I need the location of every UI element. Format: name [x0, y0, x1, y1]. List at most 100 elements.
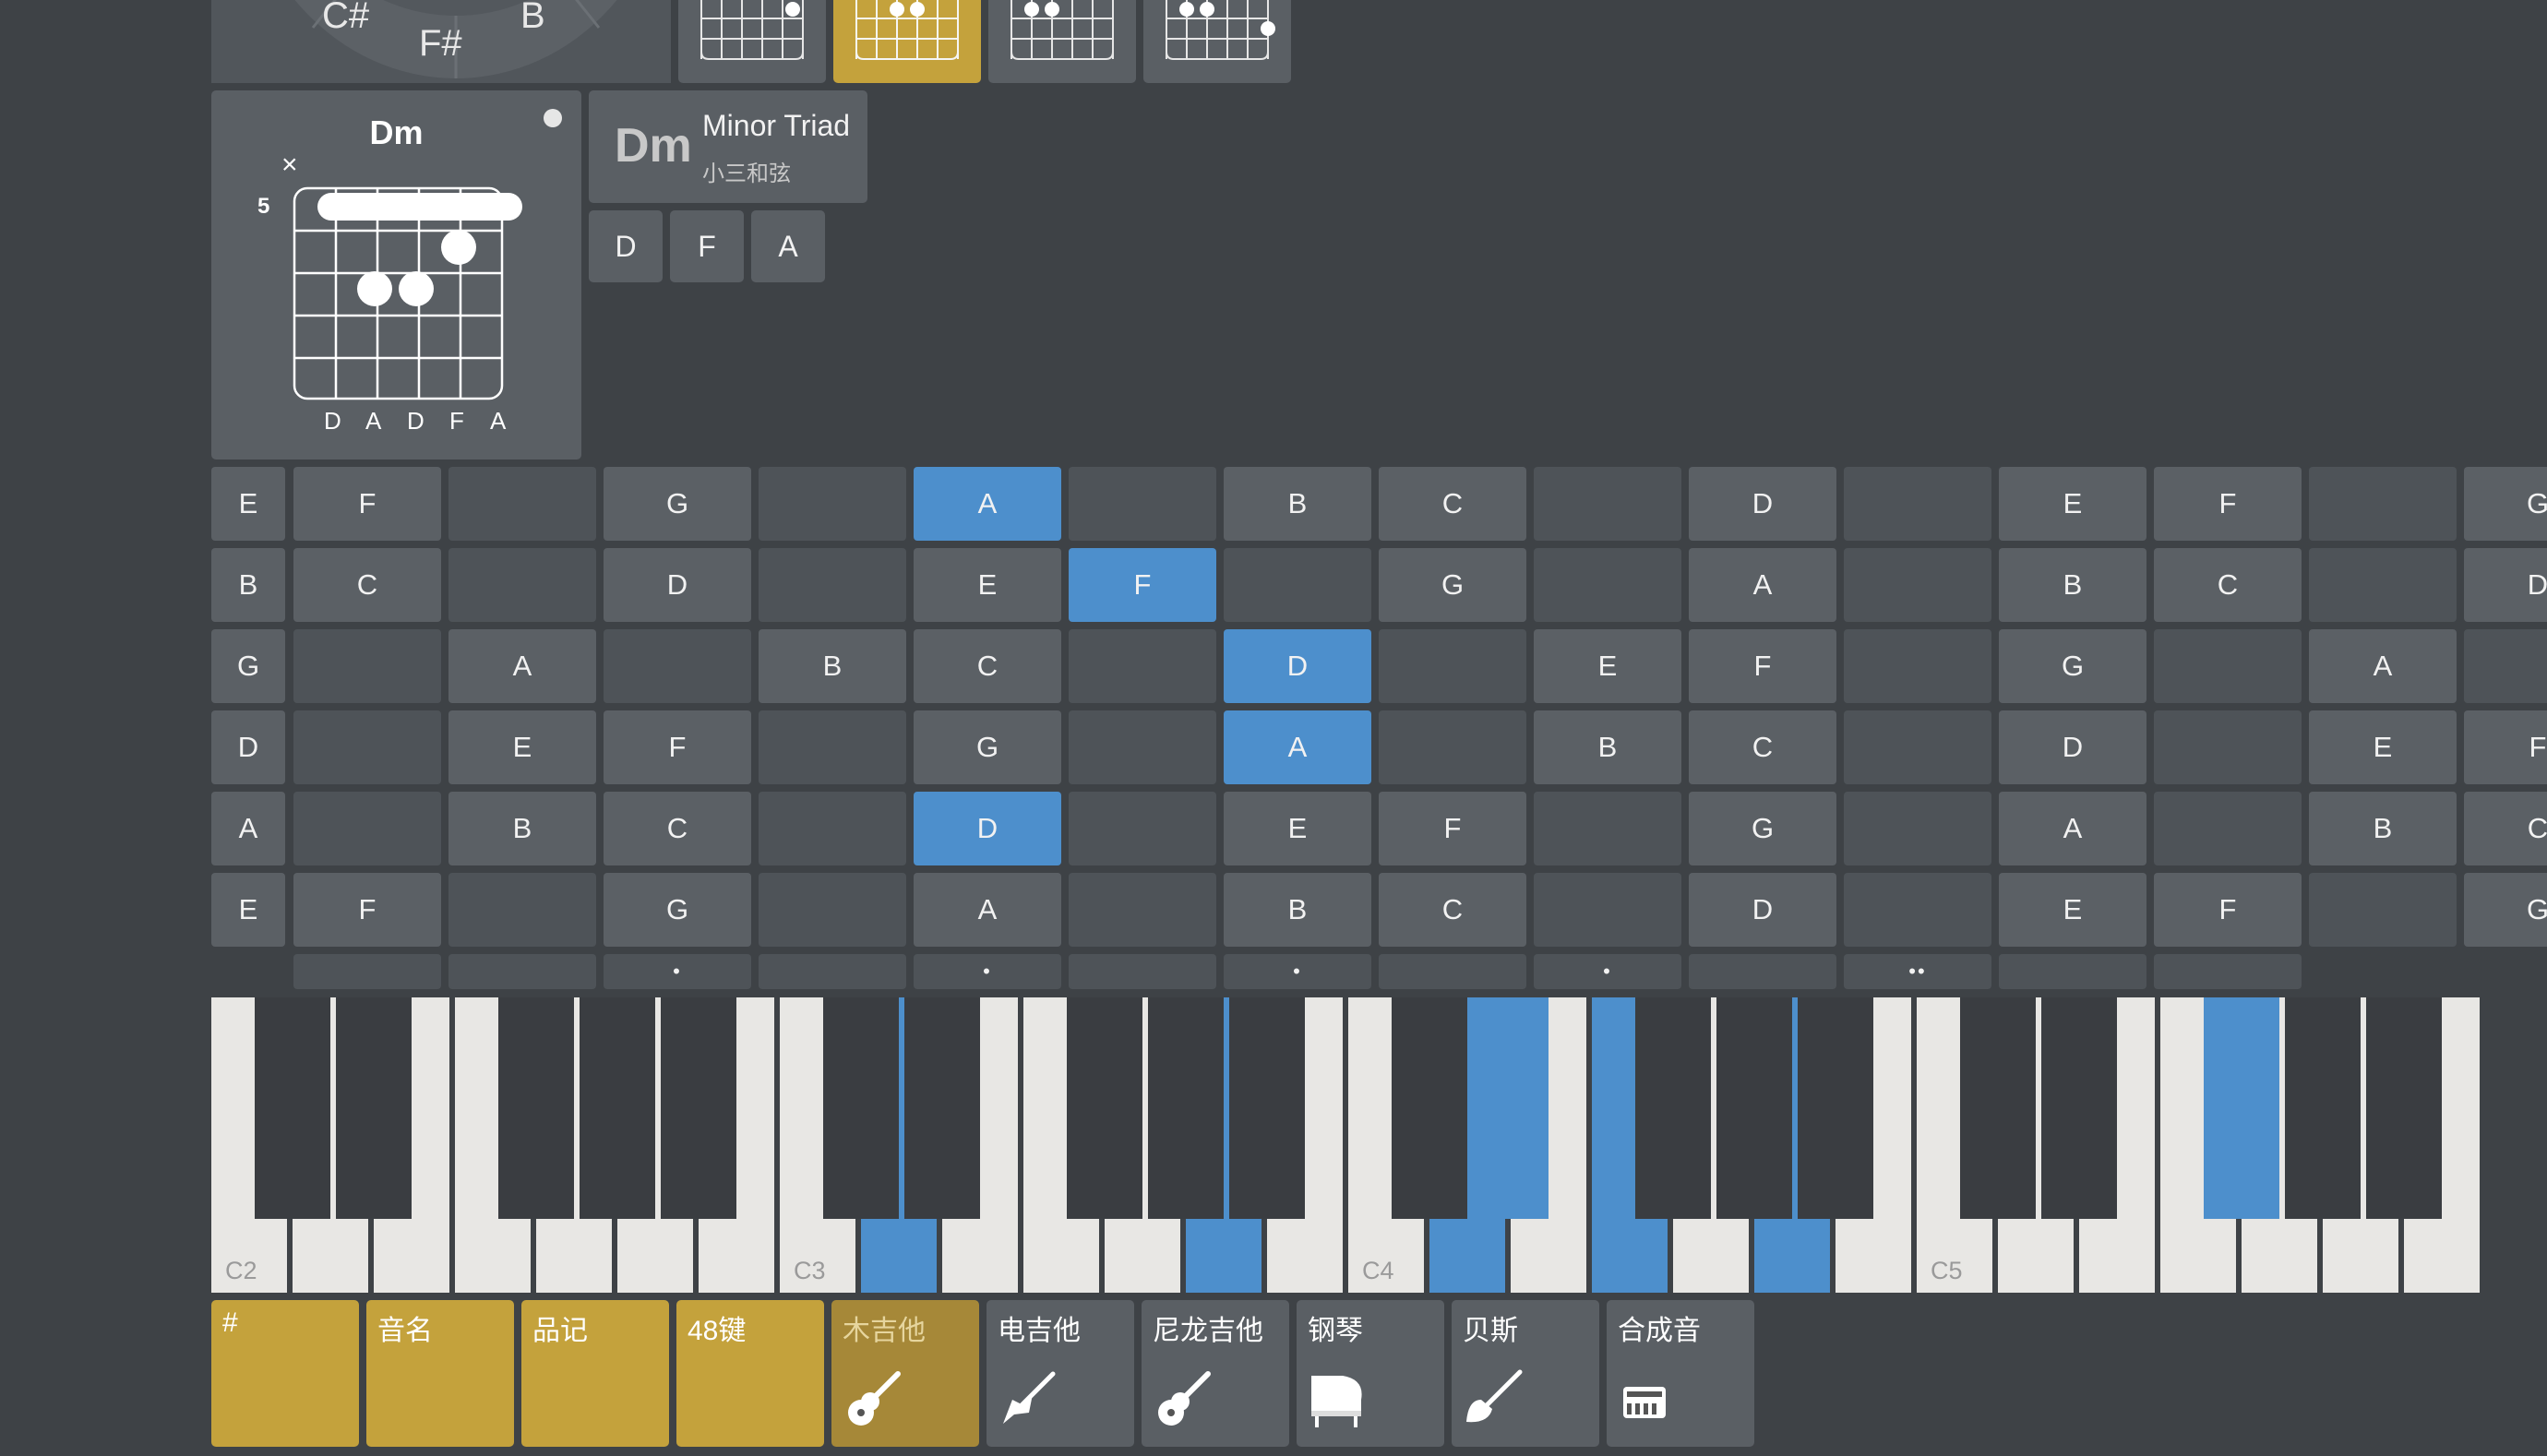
fret-cell[interactable]: G — [914, 710, 1061, 784]
fret-cell[interactable]: F — [1689, 629, 1836, 703]
piano-black-key[interactable] — [1148, 997, 1224, 1219]
fret-cell[interactable]: C — [2154, 548, 2302, 622]
open-string-cell[interactable]: B — [211, 548, 285, 622]
piano-black-key[interactable] — [580, 997, 655, 1219]
fret-cell[interactable]: G — [2464, 467, 2547, 541]
fret-cell[interactable]: E — [1999, 873, 2146, 947]
piano-black-key[interactable] — [1716, 997, 1792, 1219]
fret-cell[interactable] — [448, 873, 596, 947]
fret-cell[interactable]: E — [1999, 467, 2146, 541]
fret-cell[interactable] — [1844, 467, 1991, 541]
fret-cell[interactable]: A — [1999, 792, 2146, 865]
toolbar-button-3[interactable]: 48键 — [676, 1300, 824, 1447]
fret-cell[interactable]: G — [1999, 629, 2146, 703]
toolbar-button-6[interactable]: 尼龙吉他 — [1142, 1300, 1289, 1447]
fret-cell[interactable] — [1379, 710, 1526, 784]
fret-cell[interactable]: C — [604, 792, 751, 865]
fret-cell[interactable]: C — [1379, 873, 1526, 947]
open-string-cell[interactable]: D — [211, 710, 285, 784]
toolbar-button-1[interactable]: 音名 — [366, 1300, 514, 1447]
fret-cell[interactable]: D — [1689, 873, 1836, 947]
piano-black-key[interactable] — [823, 997, 899, 1219]
fret-cell[interactable]: E — [914, 548, 1061, 622]
fret-cell[interactable]: A — [2309, 629, 2457, 703]
fret-cell[interactable]: C — [1689, 710, 1836, 784]
toolbar-button-0[interactable]: # — [211, 1300, 359, 1447]
fret-cell[interactable]: G — [604, 873, 751, 947]
fret-cell[interactable]: F — [293, 873, 441, 947]
piano-black-key[interactable] — [1635, 997, 1711, 1219]
fret-cell[interactable]: A — [1224, 710, 1371, 784]
fret-cell[interactable]: C — [914, 629, 1061, 703]
chord-note-chip[interactable]: D — [589, 210, 663, 282]
fret-cell[interactable] — [1844, 792, 1991, 865]
circle-of-fifths[interactable]: C# F# B — [211, 0, 671, 83]
fret-cell[interactable]: F — [2154, 467, 2302, 541]
fret-cell[interactable]: B — [448, 792, 596, 865]
fret-cell[interactable]: B — [2309, 792, 2457, 865]
toolbar-button-5[interactable]: 电吉他 — [987, 1300, 1134, 1447]
fret-cell[interactable]: E — [1534, 629, 1681, 703]
fret-cell[interactable] — [2154, 629, 2302, 703]
fret-cell[interactable]: A — [448, 629, 596, 703]
fret-cell[interactable]: D — [1224, 629, 1371, 703]
chord-variant-1[interactable] — [678, 0, 826, 83]
fret-cell[interactable] — [2309, 467, 2457, 541]
key-b[interactable]: B — [520, 0, 545, 37]
fret-cell[interactable]: D — [1999, 710, 2146, 784]
chord-diagram-panel[interactable]: Dm × 5 D A D F A — [211, 90, 581, 459]
fret-cell[interactable] — [1534, 792, 1681, 865]
fret-cell[interactable]: F — [1069, 548, 1216, 622]
fret-cell[interactable]: A — [914, 873, 1061, 947]
toolbar-button-9[interactable]: 合成音 — [1607, 1300, 1754, 1447]
fret-cell[interactable]: E — [2309, 710, 2457, 784]
key-f-sharp[interactable]: F# — [419, 23, 462, 65]
fret-cell[interactable]: A — [1689, 548, 1836, 622]
piano-keyboard[interactable]: C2 C3 C4 C5 — [211, 997, 2480, 1293]
fret-cell[interactable] — [2154, 710, 2302, 784]
fret-cell[interactable] — [2309, 548, 2457, 622]
fret-cell[interactable]: A — [914, 467, 1061, 541]
fret-cell[interactable]: D — [604, 548, 751, 622]
chord-note-chip[interactable]: F — [670, 210, 744, 282]
piano-black-key[interactable] — [1798, 997, 1873, 1219]
fret-cell[interactable]: B — [1224, 873, 1371, 947]
fret-cell[interactable] — [1844, 629, 1991, 703]
fret-cell[interactable]: B — [759, 629, 906, 703]
piano-black-key[interactable] — [2041, 997, 2117, 1219]
open-string-cell[interactable]: E — [211, 467, 285, 541]
piano-black-key[interactable] — [1229, 997, 1305, 1219]
fret-cell[interactable]: C — [2464, 792, 2547, 865]
piano-black-key[interactable] — [498, 997, 574, 1219]
fret-cell[interactable]: C — [293, 548, 441, 622]
fret-cell[interactable]: E — [1224, 792, 1371, 865]
fret-cell[interactable] — [293, 792, 441, 865]
fret-cell[interactable] — [1534, 467, 1681, 541]
piano-black-key[interactable] — [1392, 997, 1467, 1219]
fret-cell[interactable] — [2464, 629, 2547, 703]
fret-cell[interactable] — [2154, 792, 2302, 865]
open-string-cell[interactable]: G — [211, 629, 285, 703]
fret-cell[interactable] — [604, 629, 751, 703]
chord-variant-2[interactable] — [833, 0, 981, 83]
fret-cell[interactable] — [1069, 710, 1216, 784]
fret-cell[interactable] — [1379, 629, 1526, 703]
fret-cell[interactable] — [1844, 873, 1991, 947]
chord-variant-3[interactable] — [988, 0, 1136, 83]
piano-black-key[interactable] — [336, 997, 412, 1219]
toolbar-button-7[interactable]: 钢琴 — [1297, 1300, 1444, 1447]
toolbar-button-8[interactable]: 贝斯 — [1452, 1300, 1599, 1447]
fret-cell[interactable] — [1534, 548, 1681, 622]
fret-cell[interactable]: G — [2464, 873, 2547, 947]
fret-cell[interactable] — [759, 467, 906, 541]
open-string-cell[interactable]: A — [211, 792, 285, 865]
fret-cell[interactable] — [759, 792, 906, 865]
piano-black-key[interactable] — [2366, 997, 2442, 1219]
piano-black-key[interactable] — [1960, 997, 2036, 1219]
fret-cell[interactable]: F — [604, 710, 751, 784]
toolbar-button-4[interactable]: 木吉他 — [831, 1300, 979, 1447]
chord-variant-4[interactable] — [1143, 0, 1291, 83]
fret-cell[interactable] — [2309, 873, 2457, 947]
fret-cell[interactable] — [1069, 629, 1216, 703]
piano-black-key[interactable] — [1067, 997, 1142, 1219]
